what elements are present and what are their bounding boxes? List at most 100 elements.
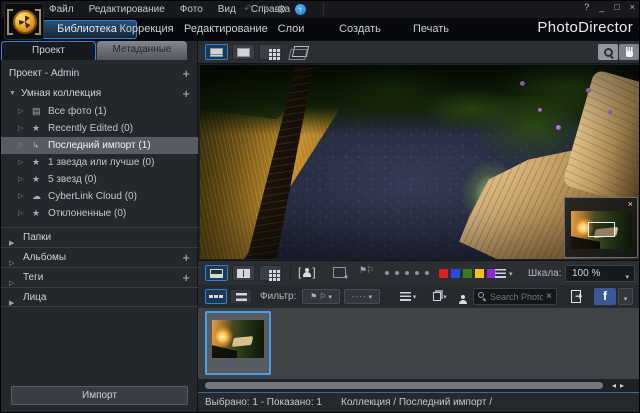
photodirector-window: Файл Редактирование Фото Вид Справка ↶ ↷… [0,0,640,413]
rating-dot[interactable] [405,271,409,275]
expand-caret-icon[interactable]: ▷ [18,171,23,188]
import-button[interactable]: Импорт [11,386,188,405]
expand-caret-icon[interactable]: ▷ [18,205,23,222]
tree-item-label: 5 звезд (0) [48,171,97,188]
search-box[interactable]: × [473,288,557,305]
pan-tool-button[interactable] [619,44,639,60]
menu-edit[interactable]: Редактирование [89,4,165,15]
view-browser-button[interactable] [205,44,228,60]
rating-dot[interactable] [385,271,389,275]
navigator-thumbnail[interactable] [571,211,632,249]
tab-edit[interactable]: Редактирование [184,18,264,41]
scrollbar-thumb[interactable] [205,382,603,389]
tree-item-label: Отклоненные (0) [48,205,126,222]
thumbnail-selected[interactable] [205,311,271,375]
tree-item-five-star[interactable]: ▷ ★ 5 звезд (0) [1,171,198,188]
stack-icon [433,292,441,301]
list-view-button[interactable] [230,289,252,304]
section-albums[interactable]: ▷ Альбомы + [1,247,198,267]
stack-dropdown[interactable]: ▾ [426,289,454,304]
tab-adjustment[interactable]: Коррекция [114,18,179,41]
add-album-button[interactable]: + [182,248,190,268]
minimize-button[interactable]: _ [599,2,604,12]
collapse-caret-icon[interactable]: ▼ [9,85,16,102]
rating-dot[interactable] [415,271,419,275]
tab-create[interactable]: Создать [334,18,386,41]
rating-dots-icon: ···· [352,292,367,301]
zoom-scale-dropdown[interactable]: 100 % ▾ [565,265,635,282]
scrollbar-arrows[interactable]: ◂▸ [612,380,628,391]
search-input[interactable] [487,292,546,302]
menu-file[interactable]: Файл [49,4,74,15]
section-faces[interactable]: ▶ Лица [1,287,198,307]
smart-tag-icon: ★ [32,120,40,137]
maximize-button[interactable]: □ [614,2,619,12]
view-options-dropdown[interactable]: ▾ [495,269,513,278]
star-rating-dots[interactable] [385,271,429,275]
single-pane-icon [210,269,223,278]
section-caret-icon[interactable]: ▶ [9,294,14,314]
navigator-viewport-rect[interactable] [588,222,615,237]
face-tag-button[interactable]: [] [298,265,316,279]
search-clear-icon[interactable]: × [546,291,552,302]
color-label-yellow[interactable] [475,269,484,278]
zoom-tool-button[interactable] [598,44,618,60]
tree-item-cyberlink-cloud[interactable]: ▷ ☁ CyberLink Cloud (0) [1,188,198,205]
thumbnail-photo[interactable] [212,320,264,358]
view-single-button[interactable] [232,44,255,60]
layout-grid-button[interactable] [259,265,282,281]
horizontal-scrollbar[interactable]: ◂▸ [198,380,640,392]
add-tag-button[interactable]: + [182,268,190,288]
sort-dropdown[interactable]: ▾ [394,289,422,304]
expand-caret-icon[interactable]: ▷ [18,137,23,154]
tree-item-all-photos[interactable]: ▷ ▤ Все фото (1) [1,103,198,120]
tab-print[interactable]: Печать [407,18,455,41]
rating-dot[interactable] [425,271,429,275]
add-region-button[interactable] [333,267,346,278]
color-label-green[interactable] [463,269,472,278]
tree-item-latest-import[interactable]: ▷ ↳ Последний импорт (1) [1,137,198,154]
tag-people-button[interactable] [458,291,467,309]
expand-caret-icon[interactable]: ▷ [18,103,23,120]
add-project-button[interactable]: + [182,65,190,82]
settings-gear-icon[interactable]: ⚙ [277,3,287,16]
expand-caret-icon[interactable]: ▷ [18,188,23,205]
export-button[interactable] [568,289,588,305]
expand-caret-icon[interactable]: ▷ [18,120,23,137]
menu-view[interactable]: Вид [218,4,236,15]
expand-caret-icon[interactable]: ▷ [18,154,23,171]
layout-single-button[interactable] [205,265,228,281]
help-button[interactable]: ? [584,2,589,12]
color-label-blue[interactable] [451,269,460,278]
app-logo [4,3,44,40]
tab-layers[interactable]: Слои [271,18,311,41]
thumbnail-view-button[interactable] [205,289,227,304]
person-icon [302,268,311,277]
layout-compare-button[interactable] [232,265,255,281]
menu-photo[interactable]: Фото [180,4,203,15]
share-dropdown[interactable]: ▾ [618,288,633,305]
tree-item-one-star[interactable]: ▷ ★ 1 звезда или лучше (0) [1,154,198,171]
tab-project[interactable]: Проект [1,41,96,60]
tree-item-recently-edited[interactable]: ▷ ★ Recently Edited (0) [1,120,198,137]
flag-filter-dropdown[interactable]: ⚑⚐ ▾ [302,289,340,304]
smart-collection-header-row[interactable]: ▼ Умная коллекция + [1,85,198,102]
add-smart-collection-button[interactable]: + [182,85,190,102]
section-tags[interactable]: ▷ Теги + [1,267,198,287]
rotate-display-icon[interactable] [292,46,309,57]
tab-metadata[interactable]: Метаданные [97,41,187,60]
facebook-share-button[interactable]: f [594,288,616,305]
view-grid-button[interactable] [259,44,282,60]
tree-item-rejected[interactable]: ▷ ★ Отклоненные (0) [1,205,198,222]
color-label-red[interactable] [439,269,448,278]
photo-viewer[interactable]: × [200,65,639,259]
section-folders[interactable]: ▶ Папки [1,227,198,247]
flag-picks-icons[interactable]: ⚑⚐ [359,265,373,276]
redo-icon[interactable]: ↷ [260,4,268,15]
update-notification-icon[interactable]: ↑ [295,4,306,15]
close-button[interactable]: × [630,2,635,12]
rating-dot[interactable] [395,271,399,275]
navigator-close-icon[interactable]: × [628,198,633,210]
undo-icon[interactable]: ↶ [244,4,252,15]
rating-filter-dropdown[interactable]: ···· ▾ [344,289,380,304]
